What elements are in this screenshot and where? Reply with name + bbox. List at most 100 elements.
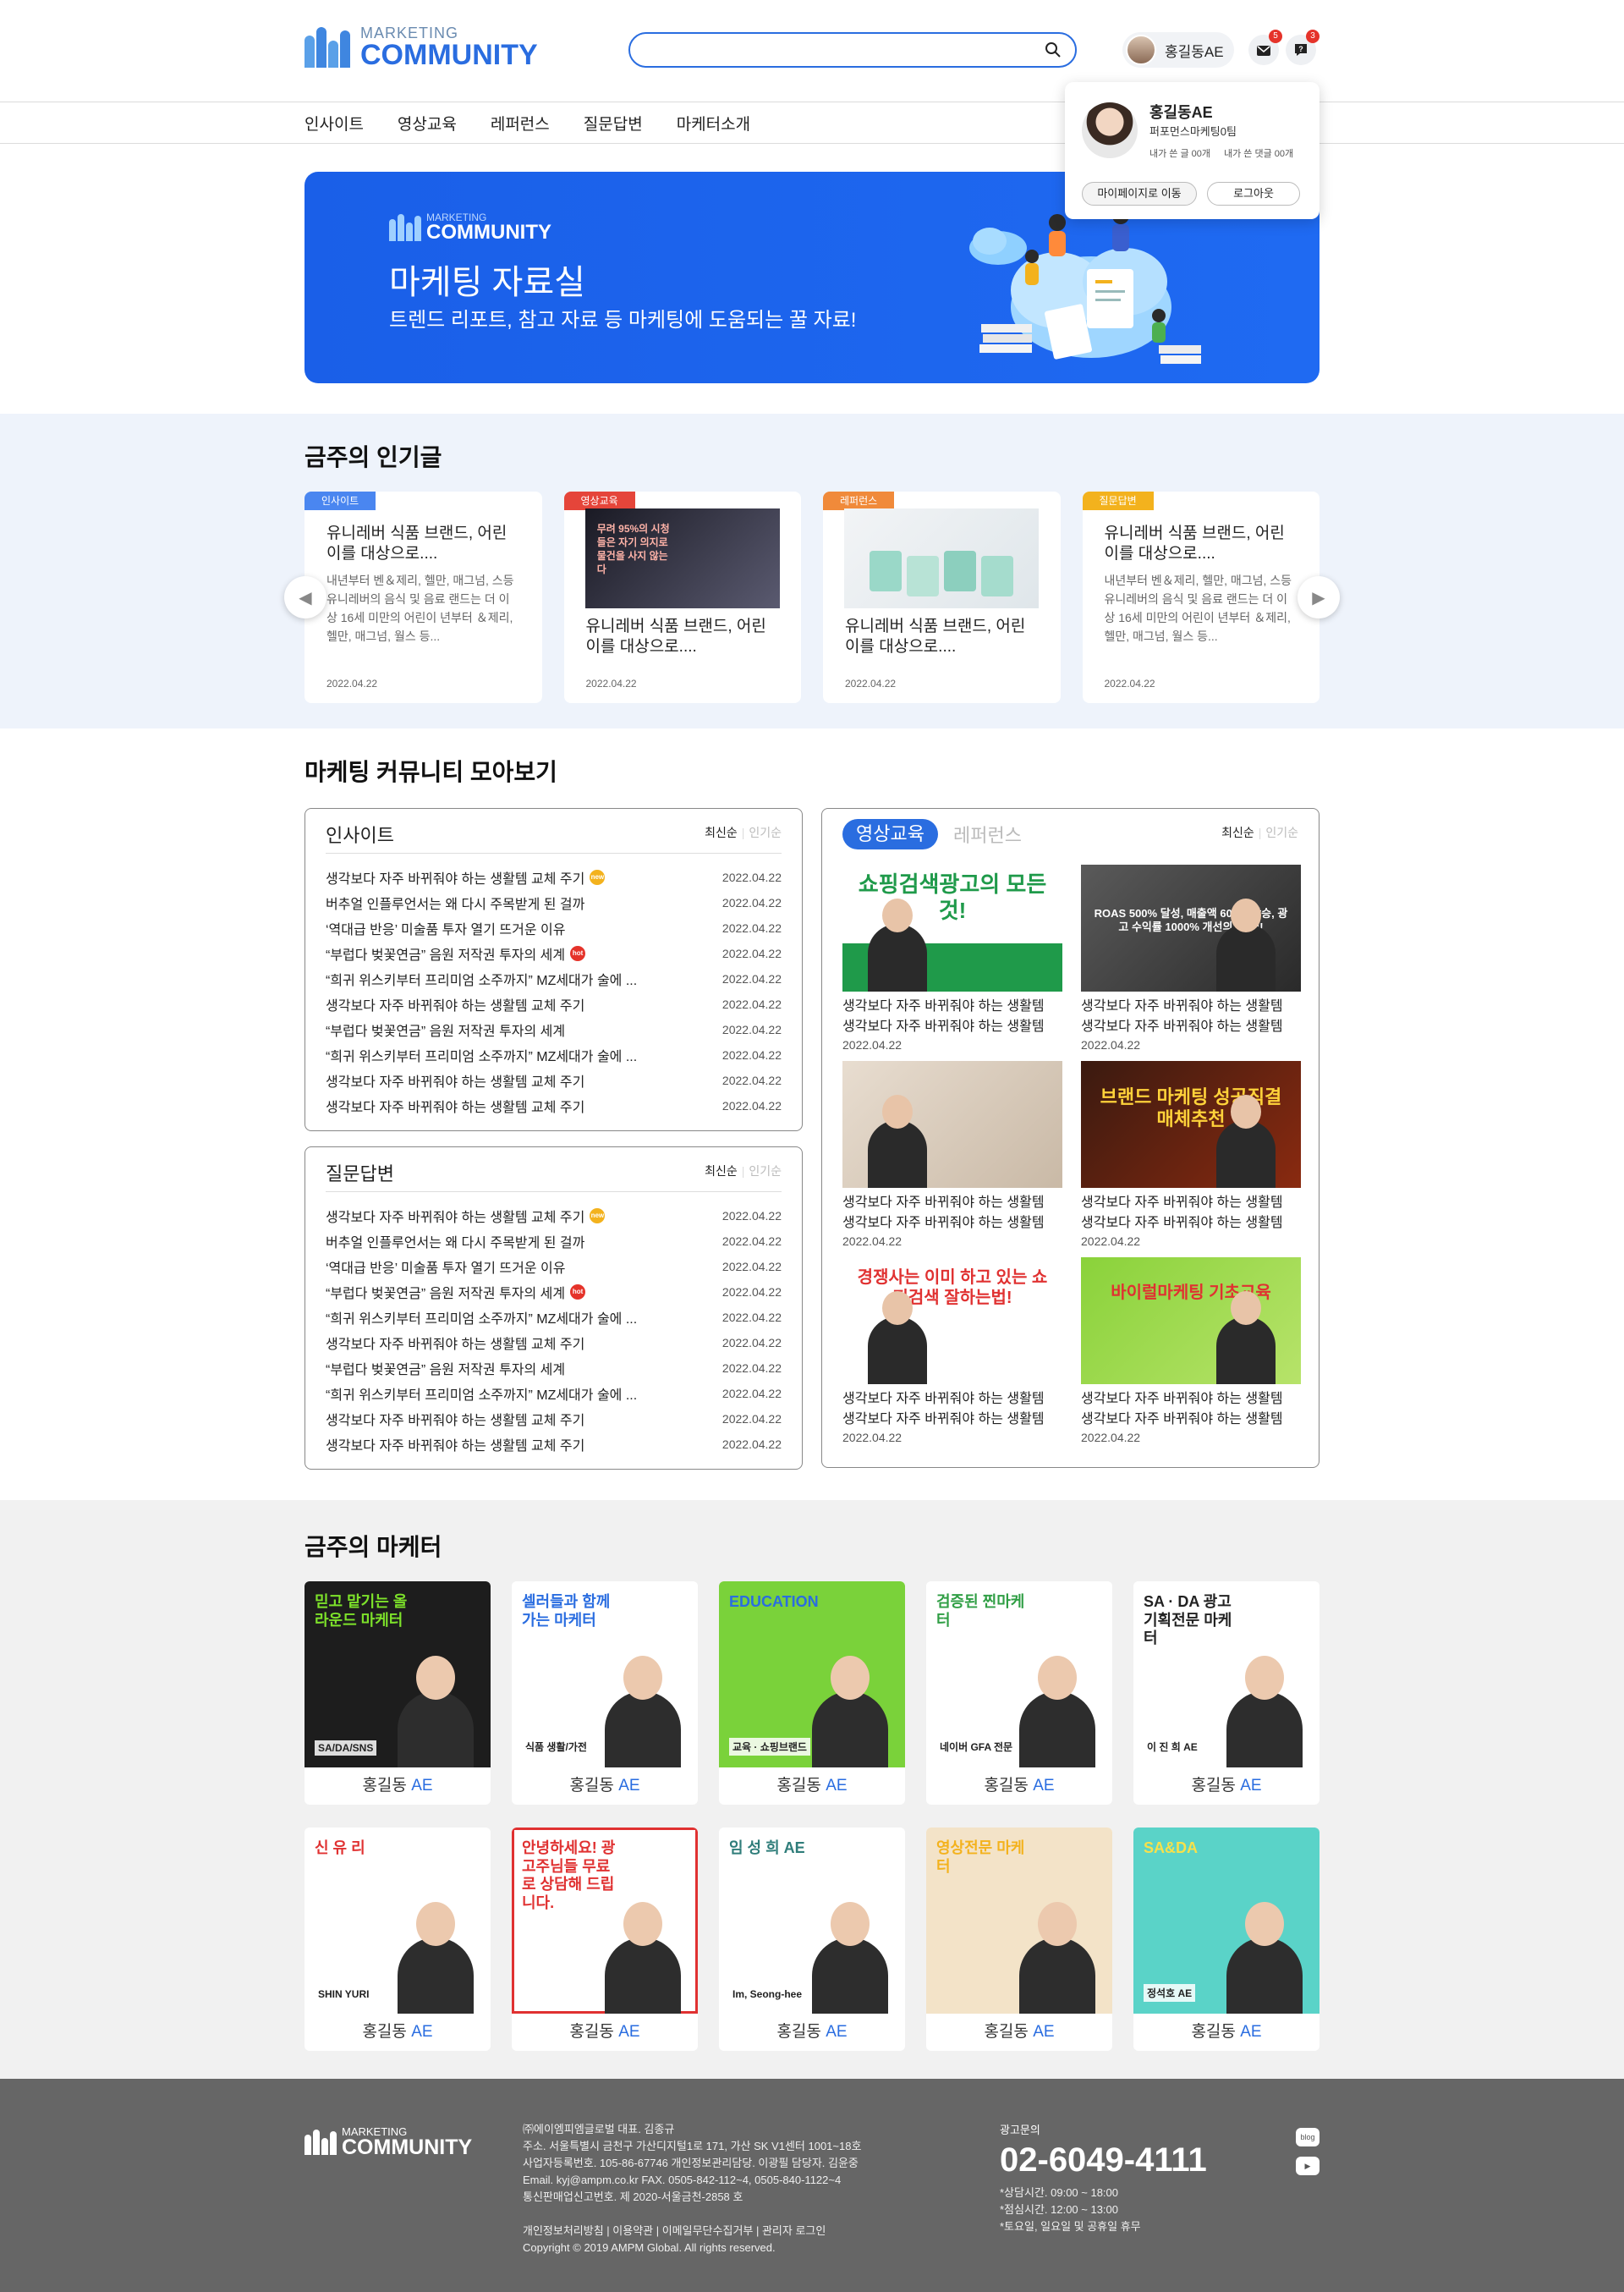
list-item[interactable]: 생각보다 자주 바뀌줘야 하는 생활템 교체 주기 2022.04.22 (326, 992, 782, 1017)
list-item-title[interactable]: “부럽다 벚꽃연금” 음원 저작권 투자의 세계 (326, 943, 565, 964)
marketer-name[interactable]: 홍길동 AE (1133, 1767, 1320, 1805)
site-logo[interactable]: MARKETING COMMUNITY (304, 25, 538, 69)
marketer-card[interactable]: 믿고 맡기는 올라운드 마케터 SA/DA/SNS 홍길동 AE (304, 1581, 491, 1805)
marketer-name[interactable]: 홍길동 AE (1133, 2014, 1320, 2051)
video-title[interactable]: 생각보다 자주 바뀌줘야 하는 생활템 (842, 1389, 1062, 1410)
popular-card[interactable]: 레퍼런스 유니레버 식품 브랜드, 어린이를 대상으로.... 2022.04.22 (823, 492, 1061, 703)
list-item-title[interactable]: 생각보다 자주 바뀌줘야 하는 생활템 교체 주기 (326, 1096, 584, 1116)
list-item[interactable]: 생각보다 자주 바뀌줘야 하는 생활템 교체 주기 2022.04.22 (326, 1068, 782, 1093)
sort-popular[interactable]: 인기순 (749, 826, 782, 839)
marketer-card[interactable]: SA&DA 정석호 AE 홍길동 AE (1133, 1828, 1320, 2051)
marketer-name[interactable]: 홍길동 AE (719, 1767, 905, 1805)
list-item[interactable]: “희귀 위스키부터 프리미엄 소주까지” MZ세대가 술에 ... 2022.04… (326, 1381, 782, 1406)
nav-item[interactable]: 인사이트 (304, 112, 364, 135)
marketer-name[interactable]: 홍길동 AE (512, 1767, 698, 1805)
list-item-title[interactable]: “희귀 위스키부터 프리미엄 소주까지” MZ세대가 술에 ... (326, 969, 637, 989)
search-icon[interactable] (1045, 41, 1062, 58)
video-title[interactable]: 생각보다 자주 바뀌줘야 하는 생활템 (1081, 1389, 1301, 1410)
video-title[interactable]: 생각보다 자주 바뀌줘야 하는 생활템 (842, 1193, 1062, 1213)
video-card[interactable]: 바이럴마케팅 기초교육 생각보다 자주 바뀌줘야 하는 생활템 생각보다 자주 바뀌… (1081, 1257, 1301, 1445)
search-input[interactable] (628, 32, 1077, 68)
list-item[interactable]: “부럽다 벚꽃연금” 음원 저작권 투자의 세계 2022.04.22 (326, 1355, 782, 1381)
list-item-title[interactable]: 생각보다 자주 바뀌줘야 하는 생활템 교체 주기 (326, 1070, 584, 1091)
tab-video-education[interactable]: 영상교육 (842, 819, 938, 849)
list-item[interactable]: “희귀 위스키부터 프리미엄 소주까지” MZ세대가 술에 ... 2022.04… (326, 1305, 782, 1330)
sort-popular[interactable]: 인기순 (1265, 826, 1298, 839)
video-card[interactable]: ROAS 500% 달성, 매출액 600% 상승, 광고 수익률 1000% … (1081, 865, 1301, 1053)
list-item-title[interactable]: “부럽다 벚꽃연금” 음원 저작권 투자의 세계 (326, 1358, 565, 1378)
list-item[interactable]: ‘역대급 반응’ 미술품 투자 열기 뜨거운 이유 2022.04.22 (326, 915, 782, 941)
sort-latest[interactable]: 최신순 (1221, 826, 1254, 839)
sort-latest[interactable]: 최신순 (705, 1164, 738, 1178)
list-item-title[interactable]: ‘역대급 반응’ 미술품 투자 열기 뜨거운 이유 (326, 918, 565, 938)
marketer-name[interactable]: 홍길동 AE (304, 1767, 491, 1805)
video-thumbnail[interactable]: 브랜드 마케팅 성공직결 매체추천 (1081, 1061, 1301, 1188)
list-item[interactable]: 생각보다 자주 바뀌줘야 하는 생활템 교체 주기 2022.04.22 (326, 1093, 782, 1119)
list-item[interactable]: “부럽다 벚꽃연금” 음원 저작권 투자의 세계 hot 2022.04.22 (326, 941, 782, 966)
profile-post-count[interactable]: 내가 쓴 글 00개 (1149, 146, 1210, 160)
list-item-title[interactable]: 생각보다 자주 바뀌줘야 하는 생활템 교체 주기 (326, 1434, 584, 1454)
list-item[interactable]: “희귀 위스키부터 프리미엄 소주까지” MZ세대가 술에 ... 2022.04… (326, 966, 782, 992)
video-thumbnail[interactable] (842, 1061, 1062, 1188)
list-item[interactable]: “희귀 위스키부터 프리미엄 소주까지” MZ세대가 술에 ... 2022.04… (326, 1042, 782, 1068)
marketer-card[interactable]: 셀러들과 함께 가는 마케터 식품 생활/가전 홍길동 AE (512, 1581, 698, 1805)
marketer-name[interactable]: 홍길동 AE (926, 1767, 1112, 1805)
next-arrow-button[interactable]: ▶ (1298, 576, 1340, 618)
marketer-name[interactable]: 홍길동 AE (719, 2014, 905, 2051)
list-item-title[interactable]: 버추얼 인플루언서는 왜 다시 주목받게 된 걸까 (326, 893, 584, 913)
list-item[interactable]: 버추얼 인플루언서는 왜 다시 주목받게 된 걸까 2022.04.22 (326, 1228, 782, 1254)
nav-item[interactable]: 영상교육 (398, 112, 457, 135)
user-menu-button[interactable]: 홍길동AE (1122, 32, 1234, 68)
mypage-button[interactable]: 마이페이지로 이동 (1082, 182, 1197, 206)
video-title[interactable]: 생각보다 자주 바뀌줘야 하는 생활템 (842, 997, 1062, 1017)
sort-popular[interactable]: 인기순 (749, 1164, 782, 1178)
list-item-title[interactable]: “부럽다 벚꽃연금” 음원 저작권 투자의 세계 (326, 1282, 565, 1302)
footer-links[interactable]: 개인정보처리방침 | 이용약관 | 이메일무단수집거부 | 관리자 로그인 (523, 2223, 826, 2240)
mail-button[interactable]: 5 (1248, 30, 1282, 65)
popular-card[interactable]: 인사이트 유니레버 식품 브랜드, 어린이를 대상으로.... 내년부터 벤＆제리,… (304, 492, 542, 703)
sort-latest[interactable]: 최신순 (705, 826, 738, 839)
video-card[interactable]: 쇼핑검색광고의 모든 것! 생각보다 자주 바뀌줘야 하는 생활템 생각보다 자주 … (842, 865, 1062, 1053)
list-item-title[interactable]: “부럽다 벚꽃연금” 음원 저작권 투자의 세계 (326, 1020, 565, 1040)
youtube-icon[interactable]: ▶ (1296, 2157, 1320, 2175)
popular-card[interactable]: 질문답변 유니레버 식품 브랜드, 어린이를 대상으로.... 내년부터 벤＆제리,… (1082, 492, 1320, 703)
video-card[interactable]: 브랜드 마케팅 성공직결 매체추천 생각보다 자주 바뀌줘야 하는 생활템 생각보다… (1081, 1061, 1301, 1249)
marketer-card[interactable]: SA · DA 광고기획전문 마케터 이 진 희 AE 홍길동 AE (1133, 1581, 1320, 1805)
list-item-title[interactable]: 생각보다 자주 바뀌줘야 하는 생활템 교체 주기 (326, 1409, 584, 1429)
list-item[interactable]: “부럽다 벚꽃연금” 음원 저작권 투자의 세계 2022.04.22 (326, 1017, 782, 1042)
video-title[interactable]: 생각보다 자주 바뀌줘야 하는 생활템 (1081, 997, 1301, 1017)
marketer-name[interactable]: 홍길동 AE (512, 2014, 698, 2051)
logout-button[interactable]: 로그아웃 (1207, 182, 1300, 206)
list-item-title[interactable]: “희귀 위스키부터 프리미엄 소주까지” MZ세대가 술에 ... (326, 1307, 637, 1327)
marketer-card[interactable]: 검증된 찐마케터 네이버 GFA 전문 홍길동 AE (926, 1581, 1112, 1805)
list-item-title[interactable]: 생각보다 자주 바뀌줘야 하는 생활템 교체 주기 (326, 1206, 584, 1226)
list-item[interactable]: “부럽다 벚꽃연금” 음원 저작권 투자의 세계 hot 2022.04.22 (326, 1279, 782, 1305)
list-item-title[interactable]: 버추얼 인플루언서는 왜 다시 주목받게 된 걸까 (326, 1231, 584, 1251)
nav-item[interactable]: 레퍼런스 (491, 112, 550, 135)
video-thumbnail[interactable]: 쇼핑검색광고의 모든 것! (842, 865, 1062, 992)
popular-card[interactable]: 영상교육 무려 95%의 시청들은 자기 의지로 물건을 사지 않는다 유니레버 식… (563, 492, 801, 703)
list-item[interactable]: 생각보다 자주 바뀌줘야 하는 생활템 교체 주기 2022.04.22 (326, 1330, 782, 1355)
marketer-card[interactable]: EDUCATION 교육 · 쇼핑브랜드 홍길동 AE (719, 1581, 905, 1805)
qna-box-title[interactable]: 질문답변 (326, 1159, 394, 1186)
list-item-title[interactable]: “희귀 위스키부터 프리미엄 소주까지” MZ세대가 술에 ... (326, 1045, 637, 1065)
footer-logo[interactable]: MARKETING COMMUNITY (304, 2126, 472, 2158)
video-card[interactable]: 경쟁사는 이미 하고 있는 쇼핑검색 잘하는법! 생각보다 자주 바뀌줘야 하는 … (842, 1257, 1062, 1445)
marketer-card[interactable]: 영상전문 마케터 홍길동 AE (926, 1828, 1112, 2051)
video-thumbnail[interactable]: ROAS 500% 달성, 매출액 600% 상승, 광고 수익률 1000% … (1081, 865, 1301, 992)
list-item-title[interactable]: 생각보다 자주 바뀌줘야 하는 생활템 교체 주기 (326, 994, 584, 1014)
nav-item[interactable]: 마케터소개 (677, 112, 750, 135)
video-card[interactable]: 생각보다 자주 바뀌줘야 하는 생활템 생각보다 자주 바뀌줘야 하는 생활템 20… (842, 1061, 1062, 1249)
list-item[interactable]: 생각보다 자주 바뀌줘야 하는 생활템 교체 주기 new 2022.04.22 (326, 1203, 782, 1228)
list-item-title[interactable]: 생각보다 자주 바뀌줘야 하는 생활템 교체 주기 (326, 1333, 584, 1353)
marketer-name[interactable]: 홍길동 AE (304, 2014, 491, 2051)
prev-arrow-button[interactable]: ◀ (284, 576, 326, 618)
marketer-name[interactable]: 홍길동 AE (926, 2014, 1112, 2051)
marketer-card[interactable]: 임 성 희 AE Im, Seong-hee 홍길동 AE (719, 1828, 905, 2051)
list-item[interactable]: 버추얼 인플루언서는 왜 다시 주목받게 된 걸까 2022.04.22 (326, 890, 782, 915)
help-button[interactable]: ? 3 (1286, 30, 1320, 65)
list-item-title[interactable]: ‘역대급 반응’ 미술품 투자 열기 뜨거운 이유 (326, 1256, 565, 1277)
list-item-title[interactable]: “희귀 위스키부터 프리미엄 소주까지” MZ세대가 술에 ... (326, 1383, 637, 1404)
profile-comment-count[interactable]: 내가 쓴 댓글 00개 (1224, 146, 1293, 160)
insight-box-title[interactable]: 인사이트 (326, 821, 394, 848)
